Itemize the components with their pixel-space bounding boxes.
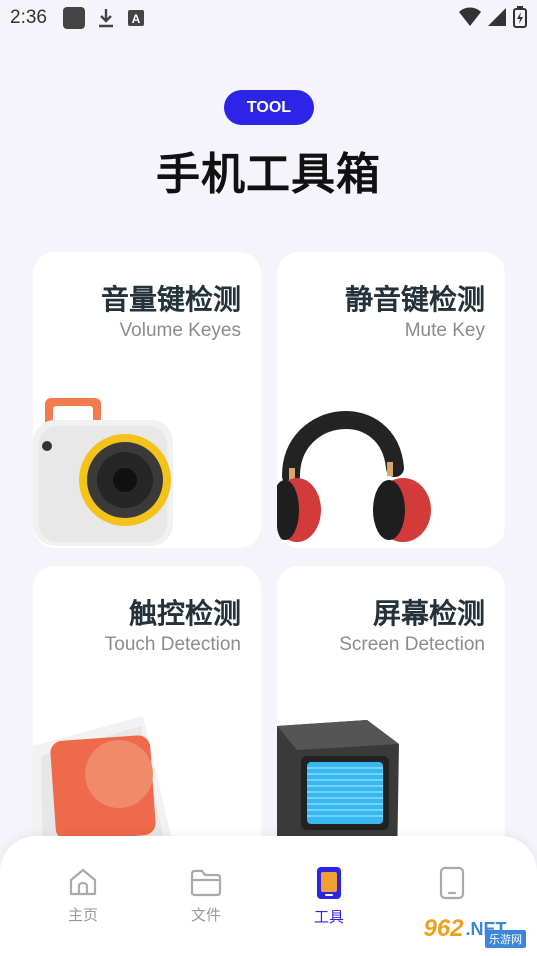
touch-detection-card[interactable]: 触控检测 Touch Detection bbox=[33, 566, 261, 866]
mute-key-card[interactable]: 静音键检测 Mute Key bbox=[277, 252, 505, 548]
speaker-box-icon bbox=[33, 398, 173, 546]
headphones-icon bbox=[277, 411, 431, 542]
page-title: 手机工具箱 bbox=[156, 149, 381, 200]
wifi-icon bbox=[459, 7, 481, 32]
screen-detection-card[interactable]: 屏幕检测 Screen Detection bbox=[277, 566, 505, 866]
phone-tool-icon bbox=[317, 867, 341, 899]
status-bar: 2:36 A bbox=[0, 0, 537, 36]
nav-label: 主页 bbox=[67, 906, 98, 924]
phone-icon bbox=[439, 866, 465, 900]
folder-icon bbox=[190, 869, 222, 897]
card-subtitle: Screen Detection bbox=[339, 634, 485, 655]
status-time: 2:36 bbox=[10, 7, 47, 28]
home-icon bbox=[69, 868, 97, 896]
card-title: 静音键检测 bbox=[344, 283, 485, 316]
nav-label: 文件 bbox=[190, 906, 221, 924]
card-subtitle: Touch Detection bbox=[104, 634, 241, 655]
nav-item-home[interactable]: 主页 bbox=[43, 866, 123, 925]
nav-item-tools[interactable]: 工具 bbox=[289, 866, 369, 927]
tool-badge: TOOL bbox=[224, 90, 314, 125]
nav-item-files[interactable]: 文件 bbox=[166, 866, 246, 925]
nav-label: 工具 bbox=[313, 908, 344, 926]
card-title: 音量键检测 bbox=[100, 283, 241, 316]
svg-text:A: A bbox=[132, 12, 141, 26]
battery-charging-icon bbox=[513, 6, 527, 33]
card-subtitle: Volume Keyes bbox=[119, 320, 241, 341]
app-square-icon bbox=[62, 7, 85, 29]
signal-icon bbox=[487, 7, 507, 32]
volume-keys-card[interactable]: 音量键检测 Volume Keyes bbox=[33, 252, 261, 548]
watermark-caption: 乐游网 bbox=[485, 930, 526, 948]
download-icon bbox=[97, 7, 115, 29]
watermark-number: 962 bbox=[423, 915, 464, 942]
nav-item-device[interactable] bbox=[412, 866, 492, 906]
watermark-logo: 962 .NET 乐游网 bbox=[398, 906, 532, 952]
a-badge-icon: A bbox=[127, 9, 145, 27]
card-title: 屏幕检测 bbox=[372, 597, 485, 630]
card-title: 触控检测 bbox=[128, 597, 241, 630]
card-subtitle: Mute Key bbox=[404, 320, 485, 341]
